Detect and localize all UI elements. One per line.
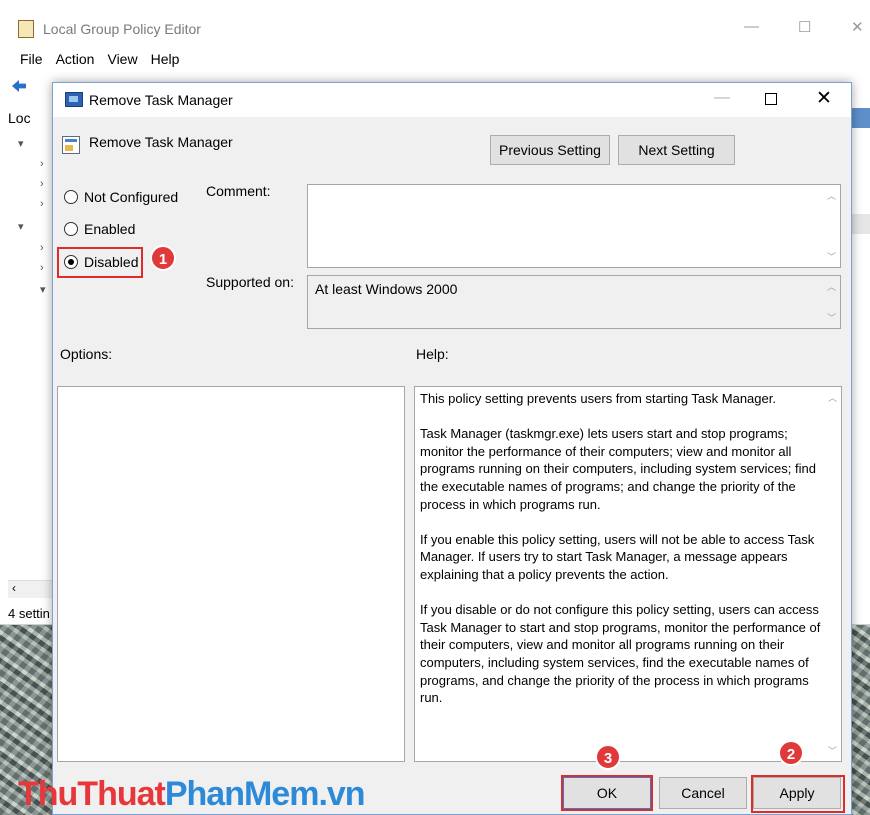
parent-toolbar	[12, 78, 52, 96]
menu-view[interactable]: View	[101, 48, 144, 72]
next-setting-button[interactable]: Next Setting	[618, 135, 735, 165]
parent-window-title: Local Group Policy Editor	[43, 21, 201, 37]
step-badge-3: 3	[595, 744, 621, 770]
chevron-right-icon[interactable]: ›	[40, 242, 44, 254]
scroll-down-icon[interactable]: ﹀	[827, 250, 836, 263]
comment-textarea[interactable]: ︿ ﹀	[307, 184, 841, 268]
menu-file[interactable]: File	[0, 48, 50, 72]
chevron-down-icon[interactable]: ▾	[18, 220, 24, 233]
selected-row-strip	[851, 108, 870, 128]
comment-label: Comment:	[206, 183, 271, 199]
supported-on-label: Supported on:	[206, 274, 294, 290]
step-badge-2: 2	[778, 740, 804, 766]
dialog-title: Remove Task Manager	[89, 92, 233, 108]
remove-task-manager-dialog: Remove Task Manager — ✕ Remove Task Mana…	[52, 82, 852, 815]
scroll-up-icon[interactable]: ︿	[827, 280, 836, 293]
radio-button-icon[interactable]	[64, 190, 78, 204]
menu-action[interactable]: Action	[50, 48, 102, 72]
row-strip	[851, 214, 870, 234]
parent-titlebar: Local Group Policy Editor — ☐ ✕	[0, 0, 870, 46]
back-arrow-icon[interactable]	[12, 80, 26, 92]
scroll-up-icon[interactable]: ︿	[827, 189, 836, 202]
radio-not-configured[interactable]: Not Configured	[64, 186, 178, 208]
menu-help[interactable]: Help	[145, 48, 187, 72]
radio-label: Not Configured	[84, 189, 179, 205]
help-scrollbar[interactable]: ︿ ﹀	[824, 387, 841, 761]
watermark-part: ThuThuat	[18, 775, 166, 813]
help-paragraph: This policy setting prevents users from …	[420, 391, 776, 406]
dialog-maximize-button[interactable]	[765, 93, 777, 105]
comment-scrollbar[interactable]: ︿ ﹀	[823, 185, 840, 267]
dialog-minimize-button: —	[714, 89, 730, 106]
step-badge-1: 1	[150, 245, 176, 271]
options-label: Options:	[60, 346, 113, 362]
radio-button-icon[interactable]	[64, 222, 78, 236]
help-panel: This policy setting prevents users from …	[414, 386, 842, 762]
parent-menubar: File Action View Help	[0, 48, 186, 72]
parent-minimize-button[interactable]: —	[744, 18, 759, 35]
highlight-apply-button	[751, 775, 845, 813]
watermark-logo: ThuThuatPhanMem.vn	[18, 775, 366, 814]
previous-setting-button[interactable]: Previous Setting	[490, 135, 610, 165]
scroll-down-icon[interactable]: ﹀	[827, 311, 836, 324]
cancel-button[interactable]: Cancel	[659, 777, 747, 809]
tree-root-label[interactable]: Loc	[8, 110, 31, 126]
parent-status-text: 4 settin	[8, 606, 50, 621]
chevron-right-icon[interactable]: ›	[40, 158, 44, 170]
watermark-part: .vn	[318, 775, 365, 813]
options-panel	[57, 386, 405, 762]
dialog-titlebar: Remove Task Manager — ✕	[53, 83, 851, 117]
setting-icon	[62, 136, 80, 154]
radio-enabled[interactable]: Enabled	[64, 218, 135, 240]
help-text: This policy setting prevents users from …	[420, 390, 823, 724]
parent-close-button[interactable]: ✕	[851, 18, 864, 36]
supported-on-field: At least Windows 2000 ︿ ﹀	[307, 275, 841, 329]
supported-scrollbar[interactable]: ︿ ﹀	[823, 276, 840, 328]
help-paragraph: Task Manager (taskmgr.exe) lets users st…	[420, 426, 816, 512]
dialog-close-button[interactable]: ✕	[816, 87, 832, 110]
chevron-down-icon[interactable]: ▾	[18, 137, 24, 150]
help-paragraph: If you disable or do not configure this …	[420, 602, 821, 706]
parent-maximize-button[interactable]: ☐	[798, 18, 811, 36]
chevron-right-icon[interactable]: ›	[40, 198, 44, 210]
scroll-down-icon[interactable]: ﹀	[828, 744, 837, 757]
chevron-down-icon[interactable]: ▾	[40, 283, 46, 296]
setting-name: Remove Task Manager	[89, 134, 233, 150]
help-paragraph: If you enable this policy setting, users…	[420, 531, 815, 582]
chevron-right-icon[interactable]: ›	[40, 178, 44, 190]
supported-on-value: At least Windows 2000	[315, 281, 458, 297]
help-label: Help:	[416, 346, 449, 362]
chevron-right-icon[interactable]: ›	[40, 262, 44, 274]
policy-editor-icon	[18, 20, 34, 38]
watermark-part: PhanMem	[164, 775, 320, 813]
parent-horizontal-scrollbar[interactable]: ‹	[8, 580, 54, 598]
highlight-disabled-option	[57, 247, 143, 278]
policy-setting-icon	[65, 92, 83, 107]
highlight-ok-button	[561, 775, 653, 811]
radio-label: Enabled	[84, 221, 136, 237]
scroll-up-icon[interactable]: ︿	[828, 391, 837, 404]
